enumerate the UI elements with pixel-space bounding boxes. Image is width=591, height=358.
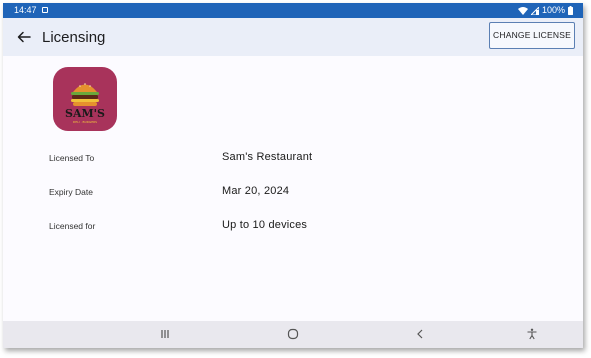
restaurant-logo: SAM'S DELI · BURGERS <box>53 67 117 131</box>
change-license-button[interactable]: CHANGE LICENSE <box>489 22 575 49</box>
licensed-to-value: Sam's Restaurant <box>222 151 313 163</box>
licensed-for-value: Up to 10 devices <box>222 219 308 231</box>
licensed-to-label: Licensed To <box>49 153 95 163</box>
home-icon[interactable] <box>287 328 299 340</box>
signal-icon <box>530 6 539 15</box>
battery-icon <box>568 6 573 15</box>
logo-subtext: DELI · BURGERS <box>73 120 97 124</box>
burger-logo-image: SAM'S DELI · BURGERS <box>53 67 117 131</box>
back-icon[interactable] <box>414 328 426 340</box>
page-title: Licensing <box>42 29 106 46</box>
expiry-date-value: Mar 20, 2024 <box>222 185 290 197</box>
status-indicators: 100% <box>517 3 573 18</box>
licensed-for-label: Licensed for <box>49 221 96 231</box>
arrow-left-icon[interactable] <box>16 29 32 45</box>
status-bar: 14:47 100% <box>3 3 583 18</box>
recent-apps-icon[interactable] <box>159 328 171 340</box>
expiry-date-label: Expiry Date <box>49 187 93 197</box>
device-screen: 14:47 100% Licensing CHANGE LICENSE SAM'… <box>3 3 583 348</box>
logo-text: SAM'S <box>65 107 105 120</box>
status-time: 14:47 <box>14 5 37 15</box>
battery-percent: 100% <box>541 5 565 15</box>
system-nav-bar <box>3 321 583 348</box>
notification-icon <box>42 7 48 13</box>
app-bar: Licensing CHANGE LICENSE <box>3 18 583 56</box>
wifi-icon <box>517 7 528 15</box>
accessibility-icon[interactable] <box>526 328 538 340</box>
